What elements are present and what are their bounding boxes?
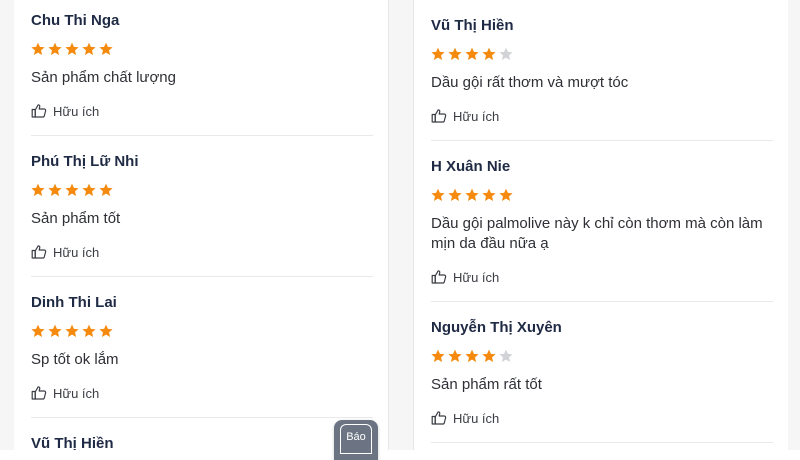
star-filled-icon [65, 324, 79, 337]
helpful-label: Hữu ích [53, 103, 100, 119]
star-filled-icon [99, 42, 113, 55]
star-filled-icon [465, 349, 479, 362]
star-filled-icon [82, 183, 96, 196]
thumbs-up-icon [31, 385, 47, 401]
review-column-left: Chu Thi Nga Sản phẩm chất lượng Hữu ích … [14, 0, 389, 450]
review-item: Vũ Thị Hiền Dầu gội rất thơm và mượt tóc… [431, 17, 773, 141]
review-comment: Sản phẩm rất tốt [431, 376, 542, 393]
review-comment: Dầu gội palmolive này k chỉ còn thơm mà … [431, 215, 763, 252]
review-item: Nguyễn Thị Xuyên Sản phẩm rất tốt Hữu íc… [431, 319, 773, 443]
helpful-label: Hữu ích [53, 244, 100, 260]
review-item: Phú Thị Lữ Nhi Sản phẩm tốt Hữu ích [31, 153, 373, 277]
helpful-button[interactable]: Hữu ích [431, 268, 773, 286]
divider [431, 442, 773, 443]
star-filled-icon [48, 42, 62, 55]
thumbs-up-icon [31, 103, 47, 119]
review-comment: Sp tốt ok lắm [31, 351, 119, 368]
star-filled-icon [431, 188, 445, 201]
divider [431, 140, 773, 141]
star-filled-icon [465, 188, 479, 201]
star-filled-icon [482, 47, 496, 60]
reviewer-name: Dinh Thi Lai [31, 294, 117, 311]
reviewer-name: Nguyễn Thị Xuyên [431, 319, 562, 336]
reviewer-name: Phú Thị Lữ Nhi [31, 153, 139, 170]
star-rating [31, 324, 373, 338]
helpful-button[interactable]: Hữu ích [431, 107, 773, 125]
divider [31, 276, 373, 277]
star-filled-icon [48, 324, 62, 337]
reviewer-name: H Xuân Nie [431, 158, 511, 175]
report-button[interactable]: Báo [334, 420, 378, 460]
star-filled-icon [65, 183, 79, 196]
star-rating [31, 183, 373, 197]
star-filled-icon [31, 324, 45, 337]
reviewer-name: Vũ Thị Hiền [31, 435, 114, 450]
star-filled-icon [31, 183, 45, 196]
star-filled-icon [448, 188, 462, 201]
star-filled-icon [465, 47, 479, 60]
star-filled-icon [482, 349, 496, 362]
star-filled-icon [65, 42, 79, 55]
thumbs-up-icon [31, 244, 47, 260]
review-comment: Sản phẩm tốt [31, 210, 121, 227]
helpful-label: Hữu ích [453, 269, 500, 285]
star-filled-icon [82, 42, 96, 55]
reviewer-name: Chu Thi Nga [31, 12, 120, 29]
helpful-button[interactable]: Hữu ích [31, 243, 373, 261]
review-item: Vũ Thị Hiền [31, 435, 373, 450]
divider [31, 417, 373, 418]
star-filled-icon [499, 188, 513, 201]
review-comment: Sản phẩm chất lượng [31, 69, 176, 86]
review-column-right: Vũ Thị Hiền Dầu gội rất thơm và mượt tóc… [413, 0, 788, 450]
thumbs-up-icon [431, 410, 447, 426]
review-item: H Xuân Nie Dầu gội palmolive này k chỉ c… [431, 158, 773, 302]
divider [431, 301, 773, 302]
review-comment: Dầu gội rất thơm và mượt tóc [431, 74, 629, 91]
helpful-button[interactable]: Hữu ích [31, 384, 373, 402]
review-item: Dinh Thi Lai Sp tốt ok lắm Hữu ích [31, 294, 373, 418]
star-filled-icon [431, 47, 445, 60]
thumbs-up-icon [431, 269, 447, 285]
divider [31, 135, 373, 136]
review-item: Chu Thi Nga Sản phẩm chất lượng Hữu ích [31, 12, 373, 136]
thumbs-up-icon [431, 108, 447, 124]
star-filled-icon [448, 349, 462, 362]
star-rating [431, 349, 773, 363]
star-filled-icon [448, 47, 462, 60]
star-empty-icon [499, 349, 513, 362]
star-rating [31, 42, 373, 56]
reviewer-name: Vũ Thị Hiền [431, 17, 514, 34]
star-rating [431, 47, 773, 61]
star-filled-icon [31, 42, 45, 55]
star-filled-icon [99, 183, 113, 196]
star-filled-icon [431, 349, 445, 362]
star-filled-icon [82, 324, 96, 337]
helpful-label: Hữu ích [453, 108, 500, 124]
star-filled-icon [48, 183, 62, 196]
star-filled-icon [482, 188, 496, 201]
helpful-label: Hữu ích [53, 385, 100, 401]
helpful-label: Hữu ích [453, 410, 500, 426]
star-empty-icon [499, 47, 513, 60]
helpful-button[interactable]: Hữu ích [431, 409, 773, 427]
star-filled-icon [99, 324, 113, 337]
star-rating [431, 188, 773, 202]
helpful-button[interactable]: Hữu ích [31, 102, 373, 120]
